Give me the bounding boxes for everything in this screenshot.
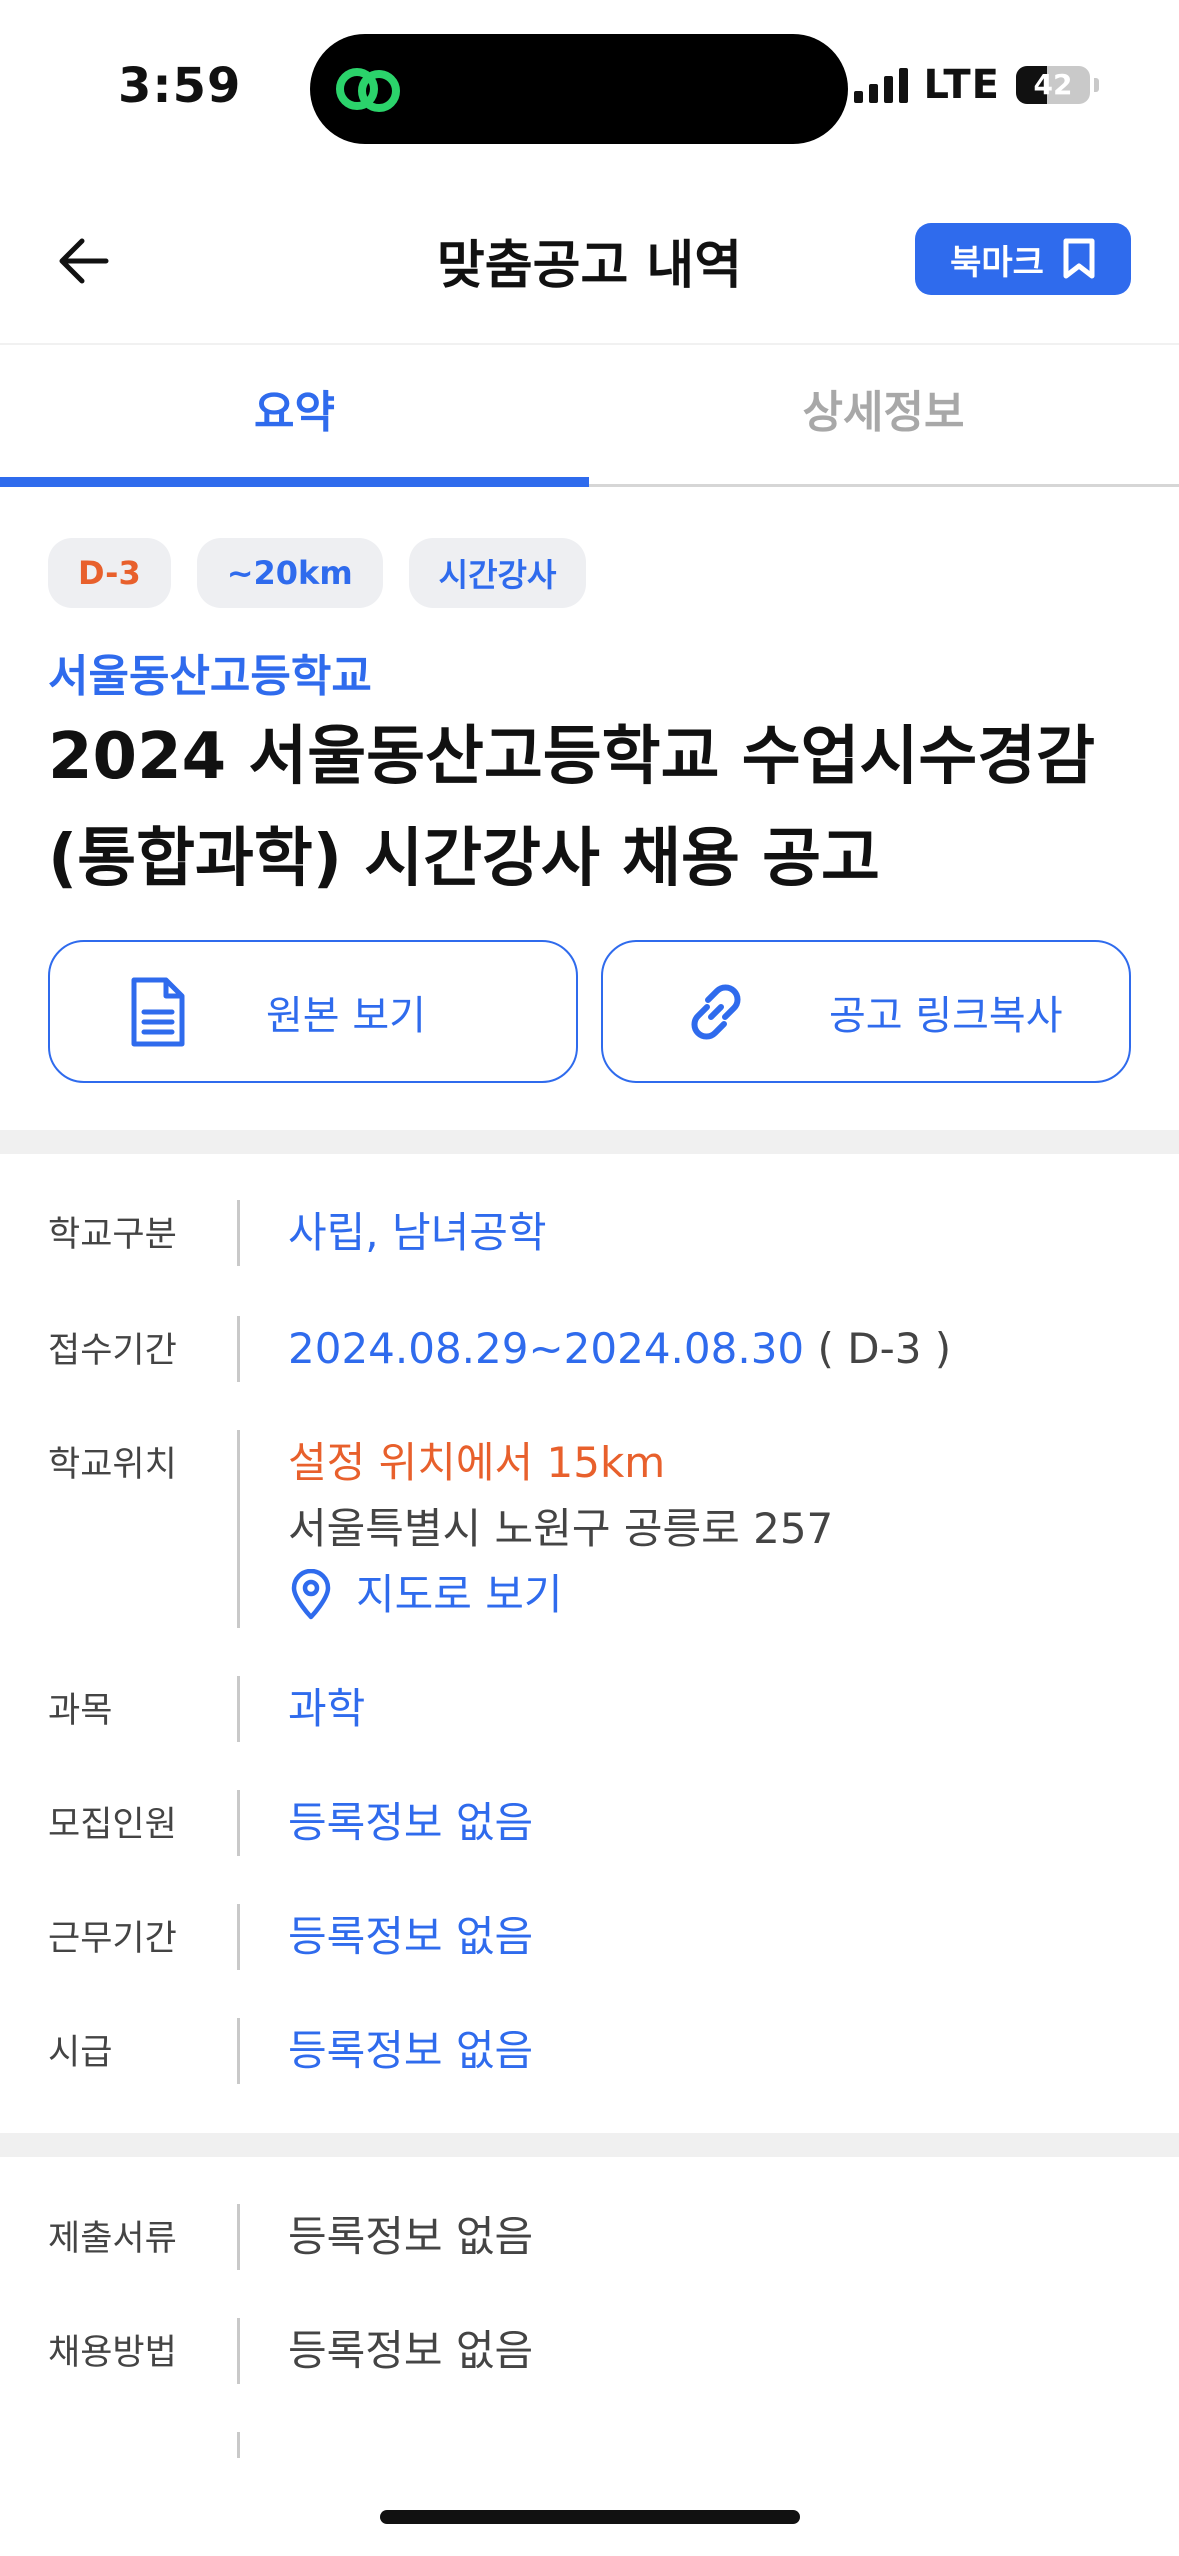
period-dday: ( D-3 ) (817, 1324, 952, 1373)
tab-bar: 요약 상세정보 (0, 345, 1179, 487)
section-divider (0, 1130, 1179, 1154)
period-dates: 2024.08.29~2024.08.30 (288, 1324, 805, 1373)
section-divider (0, 2133, 1179, 2157)
bookmark-button[interactable]: 북마크 (915, 223, 1131, 295)
view-original-label: 원본 보기 (266, 992, 426, 1039)
action-buttons: 원본 보기 공고 링크복사 (48, 940, 1131, 1083)
documents-label: 제출서류 (48, 2219, 177, 2259)
home-indicator[interactable] (380, 2510, 800, 2524)
school-name: 서울동산고등학교 (48, 651, 372, 702)
status-time: 3:59 (118, 58, 242, 114)
documents-value: 등록정보 없음 (288, 2212, 534, 2261)
copy-link-button[interactable]: 공고 링크복사 (601, 940, 1131, 1083)
method-label: 채용방법 (48, 2333, 177, 2373)
network-type: LTE (923, 62, 1000, 108)
battery-nub (1094, 78, 1099, 92)
nav-bar: 맞춤공고 내역 북마크 (0, 175, 1179, 345)
view-map-label: 지도로 보기 (356, 1570, 563, 1619)
bookmark-icon (1063, 238, 1095, 279)
location-label: 학교위치 (48, 1445, 177, 1485)
view-original-button[interactable]: 원본 보기 (48, 940, 578, 1083)
screen: 3:59 LTE 42 맞춤공고 내역 북마크 요약 상세정보 D-3 ~20k… (0, 0, 1179, 2556)
row-divider (237, 1200, 240, 1266)
row-divider (237, 2204, 240, 2270)
row-divider (237, 1676, 240, 1742)
link-app-icon (336, 68, 400, 112)
signal-icon (853, 67, 908, 103)
school-type-label: 학교구분 (48, 1215, 177, 1255)
status-indicators: LTE 42 (853, 62, 1099, 108)
tab-summary[interactable]: 요약 (0, 345, 589, 487)
period-label: 접수기간 (48, 1331, 177, 1371)
link-icon (691, 984, 741, 1039)
status-bar: 3:59 LTE 42 (0, 0, 1179, 175)
scroll-fade (0, 2458, 1179, 2556)
location-values: 설정 위치에서 15km 서울특별시 노원구 공릉로 257 지도로 보기 (288, 1430, 833, 1628)
location-pin-icon (291, 1569, 331, 1620)
bookmark-label: 북마크 (950, 242, 1044, 283)
school-type-value: 사립, 남녀공학 (288, 1208, 547, 1257)
work-period-label: 근무기간 (48, 1919, 177, 1959)
battery-level: 42 (1033, 68, 1073, 101)
dynamic-island (310, 34, 848, 144)
document-icon (131, 977, 185, 1046)
job-title: 2024 서울동산고등학교 수업시수경감 (통합과학) 시간강사 채용 공고 (48, 720, 1096, 896)
copy-link-label: 공고 링크복사 (829, 992, 1063, 1039)
location-address: 서울특별시 노원구 공릉로 257 (288, 1504, 834, 1553)
tag-chips: D-3 ~20km 시간강사 (48, 538, 587, 608)
row-divider (237, 1430, 240, 1628)
row-divider (237, 1904, 240, 1970)
location-distance: 설정 위치에서 15km (288, 1438, 666, 1487)
tab-detail[interactable]: 상세정보 (589, 345, 1178, 487)
hourly-wage-value: 등록정보 없음 (288, 2026, 534, 2075)
battery-icon: 42 (1016, 66, 1090, 104)
hourly-wage-label: 시급 (48, 2033, 113, 2073)
row-divider (237, 2018, 240, 2084)
row-divider (237, 1790, 240, 1856)
recruits-value: 등록정보 없음 (288, 1798, 534, 1847)
active-tab-indicator (0, 477, 589, 487)
distance-chip: ~20km (196, 538, 383, 608)
method-value: 등록정보 없음 (288, 2326, 534, 2375)
subject-label: 과목 (48, 1691, 113, 1731)
work-period-value: 등록정보 없음 (288, 1912, 534, 1961)
deadline-chip: D-3 (48, 538, 171, 608)
recruits-label: 모집인원 (48, 1805, 177, 1845)
view-map-link[interactable]: 지도로 보기 (288, 1562, 833, 1628)
row-divider (237, 1316, 240, 1382)
subject-value: 과학 (288, 1684, 366, 1733)
period-value: 2024.08.29~2024.08.30 ( D-3 ) (288, 1316, 951, 1382)
job-type-chip: 시간강사 (408, 538, 587, 608)
row-divider (237, 2318, 240, 2384)
